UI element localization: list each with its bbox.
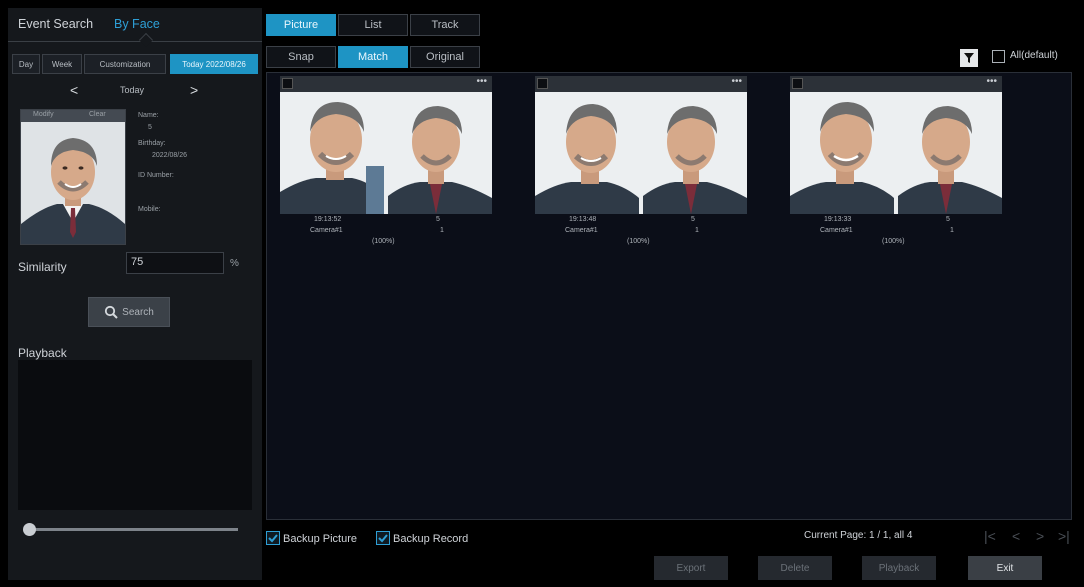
match-image-pair <box>535 92 747 214</box>
active-tab-caret <box>138 32 154 48</box>
birthday-label: Birthday: <box>138 140 166 147</box>
page-info: Current Page: 1 / 1, all 4 <box>804 530 913 541</box>
tab-snap[interactable]: Snap <box>266 46 336 68</box>
playback-slider-track[interactable] <box>30 528 238 531</box>
similarity-input[interactable]: 75 <box>126 252 224 274</box>
checkmark-icon <box>378 534 388 543</box>
backup-record-checkbox[interactable] <box>376 531 390 545</box>
all-default-label: All(default) <box>1010 50 1058 61</box>
search-button[interactable]: Search <box>88 297 170 327</box>
next-page-icon[interactable]: > <box>1036 528 1044 544</box>
range-week[interactable]: Week <box>42 54 82 74</box>
backup-record-label: Backup Record <box>393 533 469 545</box>
face-match-image <box>280 92 492 214</box>
name-label: Name: <box>138 112 159 119</box>
export-button[interactable]: Export <box>654 556 728 580</box>
search-button-label: Search <box>122 306 154 318</box>
filter-icon <box>964 53 974 63</box>
playback-button[interactable]: Playback <box>862 556 936 580</box>
playback-slider-handle[interactable] <box>23 523 36 536</box>
card-header: ••• <box>535 76 747 92</box>
tab-list[interactable]: List <box>338 14 408 36</box>
last-page-icon[interactable]: >| <box>1058 528 1070 544</box>
match-image-pair <box>280 92 492 214</box>
exit-button[interactable]: Exit <box>968 556 1042 580</box>
similarity-unit: % <box>230 258 239 269</box>
backup-picture-label: Backup Picture <box>283 533 357 545</box>
match-image-pair <box>790 92 1002 214</box>
prev-day-button[interactable]: < <box>70 82 78 98</box>
birthday-value: 2022/08/26 <box>152 152 188 159</box>
card-checkbox[interactable] <box>537 78 548 89</box>
camera-num: 1 <box>950 227 954 234</box>
range-today[interactable]: Today 2022/08/26 <box>170 54 258 74</box>
card-header: ••• <box>280 76 492 92</box>
tab-track[interactable]: Track <box>410 14 480 36</box>
backup-picture-checkbox[interactable] <box>266 531 280 545</box>
more-options-icon[interactable]: ••• <box>476 76 487 87</box>
left-panel: Event Search By Face Day Week Customizat… <box>8 8 262 580</box>
person-id: 5 <box>436 216 440 223</box>
target-face-box: Modify Clear <box>20 109 126 245</box>
card-checkbox[interactable] <box>792 78 803 89</box>
card-header: ••• <box>790 76 1002 92</box>
playback-window <box>18 360 252 510</box>
search-icon <box>105 305 118 319</box>
capture-time: 19:13:48 <box>569 216 597 223</box>
similarity-score: (100%) <box>627 238 650 245</box>
name-value: 5 <box>148 124 152 131</box>
prev-page-icon[interactable]: < <box>1012 528 1020 544</box>
range-day[interactable]: Day <box>12 54 40 74</box>
tab-picture[interactable]: Picture <box>266 14 336 36</box>
result-card[interactable]: ••• 19:13:52 5 Camera#1 1 (100%) <box>280 76 492 256</box>
id-number-label: ID Number: <box>138 172 174 179</box>
modify-button[interactable]: Modify <box>33 111 54 118</box>
day-label: Today <box>120 85 145 95</box>
range-customization[interactable]: Customization <box>84 54 166 74</box>
filter-button[interactable] <box>960 49 978 67</box>
more-options-icon[interactable]: ••• <box>986 76 997 87</box>
camera-name: Camera#1 <box>820 227 853 234</box>
result-card[interactable]: ••• 19:13:48 5 Camera#1 1 (100%) <box>535 76 747 256</box>
tab-original[interactable]: Original <box>410 46 480 68</box>
person-id: 5 <box>946 216 950 223</box>
person-id: 5 <box>691 216 695 223</box>
tab-event-search[interactable]: Event Search <box>18 17 93 31</box>
face-match-image <box>535 92 747 214</box>
target-face-header: Modify Clear <box>21 110 125 122</box>
target-face-image <box>21 122 125 244</box>
checkmark-icon <box>268 534 278 543</box>
camera-name: Camera#1 <box>565 227 598 234</box>
similarity-label: Similarity <box>18 260 67 274</box>
capture-time: 19:13:33 <box>824 216 852 223</box>
result-card[interactable]: ••• 19:13:33 5 Camera#1 1 (100%) <box>790 76 1002 256</box>
first-page-icon[interactable]: |< <box>984 528 996 544</box>
tab-by-face[interactable]: By Face <box>114 17 160 31</box>
delete-button[interactable]: Delete <box>758 556 832 580</box>
face-match-image <box>790 92 1002 214</box>
tab-match[interactable]: Match <box>338 46 408 68</box>
next-day-button[interactable]: > <box>190 82 198 98</box>
card-checkbox[interactable] <box>282 78 293 89</box>
more-options-icon[interactable]: ••• <box>731 76 742 87</box>
similarity-score: (100%) <box>372 238 395 245</box>
playback-label: Playback <box>18 346 67 360</box>
all-default-checkbox[interactable] <box>992 50 1005 63</box>
clear-button[interactable]: Clear <box>89 111 106 118</box>
top-nav: Event Search By Face <box>8 8 262 48</box>
camera-num: 1 <box>440 227 444 234</box>
camera-name: Camera#1 <box>310 227 343 234</box>
similarity-score: (100%) <box>882 238 905 245</box>
camera-num: 1 <box>695 227 699 234</box>
mobile-label: Mobile: <box>138 206 161 213</box>
capture-time: 19:13:52 <box>314 216 342 223</box>
